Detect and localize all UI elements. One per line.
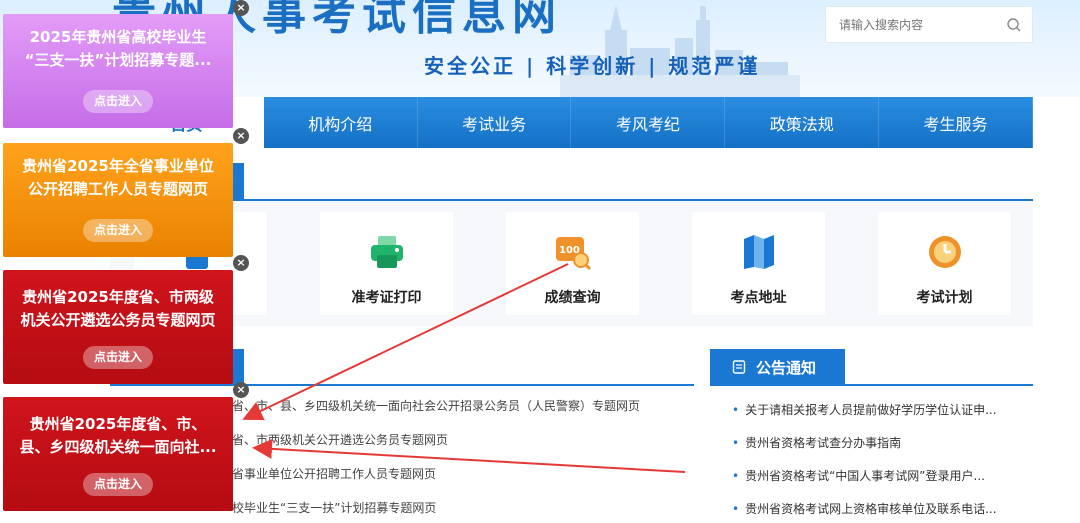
map-icon (744, 235, 774, 269)
search-icon[interactable] (1006, 17, 1022, 33)
service-card-exam-plan[interactable]: 考试计划 (878, 212, 1011, 315)
news-divider (110, 384, 694, 386)
list-item[interactable]: • 贵州省资格考试查分办事指南 (732, 434, 1022, 467)
printer-icon (371, 236, 403, 268)
search-input[interactable] (826, 7, 986, 42)
clock-icon (929, 236, 961, 268)
nav-about[interactable]: 机构介绍 (264, 97, 418, 148)
bullet-icon: • (732, 469, 740, 483)
bullet-icon: • (732, 403, 740, 417)
banner-text: 2025年贵州省高校毕业生 “三支一扶”计划招募专题... (24, 28, 212, 69)
close-icon[interactable]: × (233, 0, 249, 16)
nav-policies[interactable]: 政策法规 (725, 97, 880, 148)
notice-list: • 关于请相关报考人员提前做好学历学位认证申... • 贵州省资格考试查分办事指南 … (732, 401, 1022, 523)
service-card-score-query[interactable]: 100 成绩查询 (506, 212, 639, 315)
floating-banner-public-institution[interactable]: 贵州省2025年全省事业单位 公开招聘工作人员专题网页 点击进入 (3, 143, 233, 257)
service-card-exam-location[interactable]: 考点地址 (692, 212, 825, 315)
close-icon[interactable]: × (233, 128, 249, 144)
list-item[interactable]: • 贵州省资格考试“中国人事考试网”登录用户... (732, 467, 1022, 500)
banner-enter-button[interactable]: 点击进入 (83, 473, 153, 496)
site-slogan: 安全公正 | 科学创新 | 规范严谨 (424, 54, 761, 78)
banner-enter-button[interactable]: 点击进入 (83, 90, 153, 113)
city-skyline-image (560, 5, 800, 97)
floating-banner-three-supports[interactable]: 2025年贵州省高校毕业生 “三支一扶”计划招募专题... 点击进入 (3, 14, 233, 128)
banner-text: 贵州省2025年全省事业单位 公开招聘工作人员专题网页 (22, 157, 214, 198)
score-100-icon: 100 (556, 237, 592, 271)
service-card-admission-ticket[interactable]: 准考证打印 (320, 212, 453, 315)
search-box (825, 6, 1033, 43)
banner-enter-button[interactable]: 点击进入 (83, 346, 153, 369)
list-item[interactable]: • 贵州省资格考试网上资格审核单位及联系电话... (732, 500, 1022, 523)
floating-banner-civil-servant-selection[interactable]: 贵州省2025年度省、市两级 机关公开遴选公务员专题网页 点击进入 (3, 270, 233, 384)
list-item[interactable]: • 关于请相关报考人员提前做好学历学位认证申... (732, 401, 1022, 434)
service-label: 准考证打印 (351, 290, 422, 306)
nav-exam-discipline[interactable]: 考风考纪 (571, 97, 726, 148)
notice-header[interactable]: 公告通知 (710, 349, 845, 385)
floating-banner-civil-servant-recruitment[interactable]: 贵州省2025年度省、市、 县、乡四级机关统一面向社... 点击进入 (3, 397, 233, 511)
service-label: 成绩查询 (544, 290, 601, 306)
banner-enter-button[interactable]: 点击进入 (83, 219, 153, 242)
banner-text: 贵州省2025年度省、市、 县、乡四级机关统一面向社... (19, 415, 217, 456)
bullet-icon: • (732, 502, 740, 516)
close-icon[interactable]: × (233, 382, 249, 398)
bullet-icon: • (732, 436, 740, 450)
service-label: 考试计划 (916, 290, 973, 306)
banner-text: 贵州省2025年度省、市两级 机关公开遴选公务员专题网页 (20, 288, 216, 329)
notice-title: 公告通知 (756, 358, 817, 377)
nav-exam-business[interactable]: 考试业务 (418, 97, 572, 148)
document-icon (732, 360, 746, 374)
close-icon[interactable]: × (233, 255, 249, 271)
nav-candidate-services[interactable]: 考生服务 (879, 97, 1033, 148)
notice-divider (710, 384, 1033, 386)
main-nav: 首页 机构介绍 考试业务 考风考纪 政策法规 考生服务 (110, 97, 1033, 148)
service-label: 考点地址 (730, 290, 787, 306)
